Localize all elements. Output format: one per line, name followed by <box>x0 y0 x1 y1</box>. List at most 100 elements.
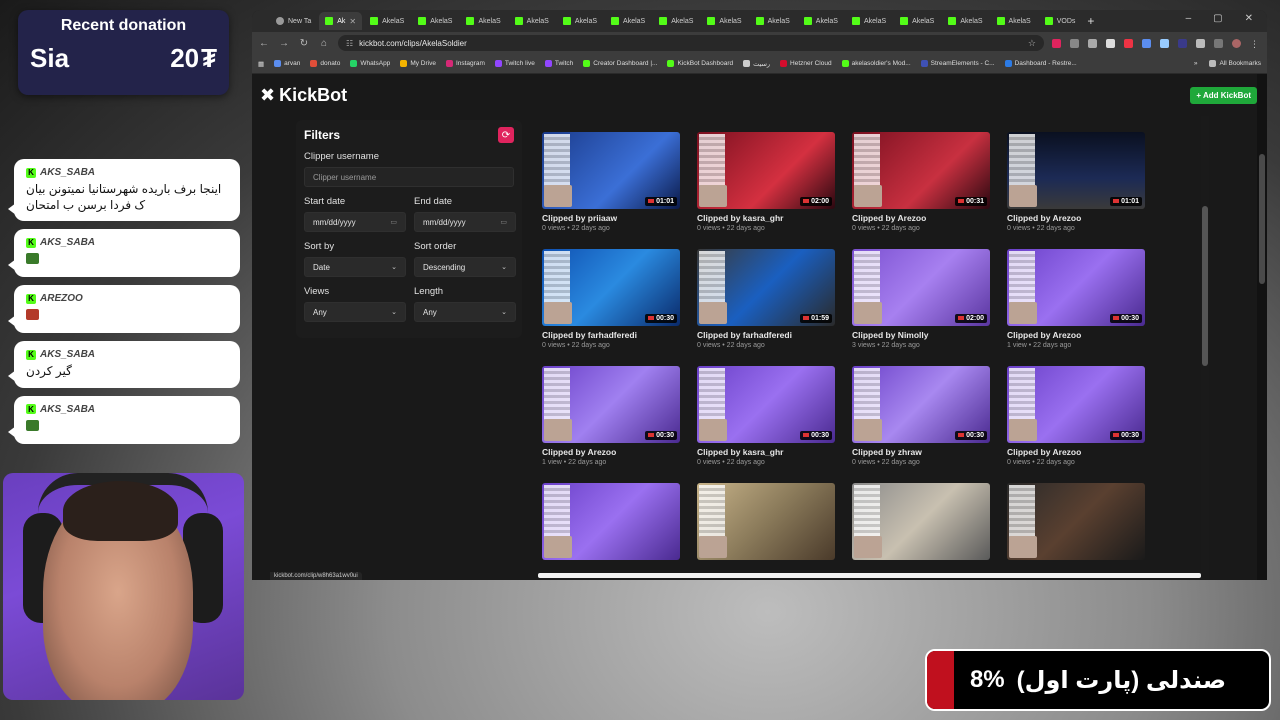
minimize-icon[interactable]: – <box>1186 13 1192 24</box>
bookmark-item[interactable]: akelasoldier's Mod... <box>841 60 911 67</box>
clip-author[interactable]: Clipped by Arezoo <box>1007 330 1145 340</box>
clip-card[interactable]: 02:00 Clipped by Nimolly 3 views • 22 days… <box>852 249 990 349</box>
browser-tab[interactable]: AkelaS <box>846 12 892 30</box>
clipper-username-input[interactable]: Clipper username <box>304 167 514 187</box>
clip-card[interactable]: 00:30 Clipped by farhadferedi 0 views • 22… <box>542 249 680 349</box>
clip-author[interactable]: Clipped by farhadferedi <box>697 330 835 340</box>
length-select[interactable]: Any ⌄ <box>414 302 516 322</box>
clip-thumbnail[interactable] <box>542 483 680 560</box>
end-date-input[interactable]: mm/dd/yyyy ▭ <box>414 212 516 232</box>
clip-author[interactable]: Clipped by Arezoo <box>852 213 990 223</box>
extension-icon[interactable] <box>1124 38 1133 48</box>
clip-author[interactable]: Clipped by zhraw <box>852 447 990 457</box>
horizontal-scrollbar[interactable] <box>538 573 1201 578</box>
browser-tab[interactable]: AkelaS <box>942 12 988 30</box>
extension-icon[interactable] <box>1106 38 1115 48</box>
calendar-icon[interactable]: ▭ <box>500 218 507 226</box>
bookmark-item[interactable]: arvan <box>274 60 300 67</box>
clip-card[interactable]: 02:00 Clipped by kasra_ghr 0 views • 22 da… <box>697 132 835 232</box>
clip-card[interactable] <box>1007 483 1145 560</box>
back-icon[interactable]: ← <box>258 38 270 49</box>
extension-icon[interactable] <box>1160 38 1169 48</box>
clip-card[interactable] <box>852 483 990 560</box>
clip-author[interactable]: Clipped by Arezoo <box>1007 447 1145 457</box>
bookmark-item[interactable]: Dashboard - Restre... <box>1004 60 1077 67</box>
clip-author[interactable]: Clipped by priiaaw <box>542 213 680 223</box>
bookmark-item[interactable]: رسیت <box>743 60 770 68</box>
forward-icon[interactable]: → <box>278 38 290 49</box>
close-window-icon[interactable]: ✕ <box>1245 13 1253 24</box>
bookmark-item[interactable]: KickBot Dashboard <box>667 60 733 67</box>
add-kickbot-button[interactable]: + Add KickBot <box>1190 86 1257 104</box>
close-tab-icon[interactable]: ✕ <box>349 17 356 26</box>
clip-thumbnail[interactable]: 01:01 <box>1007 132 1145 209</box>
bookmark-item[interactable]: My Drive <box>400 60 436 67</box>
browser-tab[interactable]: AkelaS <box>653 12 699 30</box>
browser-tab[interactable]: AkelaS <box>701 12 747 30</box>
clip-author[interactable]: Clipped by kasra_ghr <box>697 213 835 223</box>
browser-tab[interactable]: AkelaS <box>991 12 1037 30</box>
clip-author[interactable]: Clipped by kasra_ghr <box>697 447 835 457</box>
bookmark-item[interactable]: Twitch <box>544 60 573 67</box>
browser-tab[interactable]: New Ta <box>270 12 317 30</box>
clip-card[interactable]: 00:30 Clipped by Arezoo 1 view • 22 days a… <box>542 366 680 466</box>
clip-thumbnail[interactable]: 01:01 <box>542 132 680 209</box>
clip-card[interactable]: 00:31 Clipped by Arezoo 0 views • 22 days … <box>852 132 990 232</box>
clip-card[interactable]: 00:30 Clipped by kasra_ghr 0 views • 22 da… <box>697 366 835 466</box>
scrollbar-thumb[interactable] <box>1202 206 1208 366</box>
apps-grid-icon[interactable]: ▦ <box>258 60 264 68</box>
sort-by-select[interactable]: Date ⌄ <box>304 257 406 277</box>
browser-tab[interactable]: AkelaS <box>412 12 458 30</box>
clip-card[interactable] <box>697 483 835 560</box>
browser-tab[interactable]: Ak ✕ <box>319 12 363 30</box>
menu-kebab-icon[interactable]: ⋮ <box>1250 39 1259 49</box>
start-date-input[interactable]: mm/dd/yyyy ▭ <box>304 212 406 232</box>
bookmark-star-icon[interactable]: ☆ <box>1028 38 1036 49</box>
clip-thumbnail[interactable]: 00:31 <box>852 132 990 209</box>
clip-thumbnail[interactable]: 00:30 <box>542 366 680 443</box>
browser-tab[interactable]: AkelaS <box>750 12 796 30</box>
browser-tab[interactable]: AkelaS <box>894 12 940 30</box>
calendar-icon[interactable]: ▭ <box>390 218 397 226</box>
clip-thumbnail[interactable]: 01:59 <box>697 249 835 326</box>
bookmark-item[interactable]: Instagram <box>445 60 485 67</box>
all-bookmarks-folder[interactable]: All Bookmarks <box>1209 60 1261 67</box>
clips-scrollbar[interactable] <box>1201 116 1209 580</box>
bookmark-item[interactable]: Creator Dashboard |... <box>583 60 657 67</box>
site-info-icon[interactable]: ☷ <box>346 39 353 48</box>
bookmark-item[interactable]: Hetzner Cloud <box>780 60 832 67</box>
clip-thumbnail[interactable]: 00:30 <box>852 366 990 443</box>
home-icon[interactable]: ⌂ <box>318 38 330 49</box>
clip-thumbnail[interactable]: 00:30 <box>697 366 835 443</box>
clip-author[interactable]: Clipped by Nimolly <box>852 330 990 340</box>
profile-avatar[interactable] <box>1232 38 1241 48</box>
clip-card[interactable]: 00:30 Clipped by zhraw 0 views • 22 days a… <box>852 366 990 466</box>
clip-thumbnail[interactable]: 02:00 <box>852 249 990 326</box>
browser-tab[interactable]: AkelaS <box>557 12 603 30</box>
clip-thumbnail[interactable]: 00:30 <box>542 249 680 326</box>
clip-author[interactable]: Clipped by Arezoo <box>542 447 680 457</box>
clip-thumbnail[interactable] <box>1007 483 1145 560</box>
extension-icon[interactable] <box>1142 38 1151 48</box>
media-icon[interactable] <box>1214 38 1223 48</box>
sort-order-select[interactable]: Descending ⌄ <box>414 257 516 277</box>
kickbot-logo[interactable]: ✖ KickBot <box>260 85 347 106</box>
clip-card[interactable]: 01:01 Clipped by priiaaw 0 views • 22 days… <box>542 132 680 232</box>
extension-icon[interactable] <box>1088 38 1097 48</box>
bookmark-item[interactable]: donato <box>310 60 340 67</box>
reload-icon[interactable]: ↻ <box>298 38 310 49</box>
clip-thumbnail[interactable] <box>852 483 990 560</box>
clip-card[interactable]: 01:01 Clipped by Arezoo 0 views • 22 days … <box>1007 132 1145 232</box>
maximize-icon[interactable]: ▢ <box>1213 13 1222 24</box>
bookmark-item[interactable]: StreamElements - C... <box>920 60 995 67</box>
clip-author[interactable]: Clipped by farhadferedi <box>542 330 680 340</box>
browser-tab[interactable]: AkelaS <box>509 12 555 30</box>
clip-card[interactable]: 00:30 Clipped by Arezoo 0 views • 22 days … <box>1007 366 1145 466</box>
refresh-icon[interactable]: ⟳ <box>498 127 514 143</box>
clip-thumbnail[interactable]: 02:00 <box>697 132 835 209</box>
bookmark-item[interactable]: Twitch live <box>494 60 535 67</box>
extension-icon[interactable] <box>1178 38 1187 48</box>
clip-card[interactable]: 01:59 Clipped by farhadferedi 0 views • 22… <box>697 249 835 349</box>
new-tab-icon[interactable]: + <box>1087 14 1094 28</box>
bookmark-item[interactable]: WhatsApp <box>350 60 390 67</box>
